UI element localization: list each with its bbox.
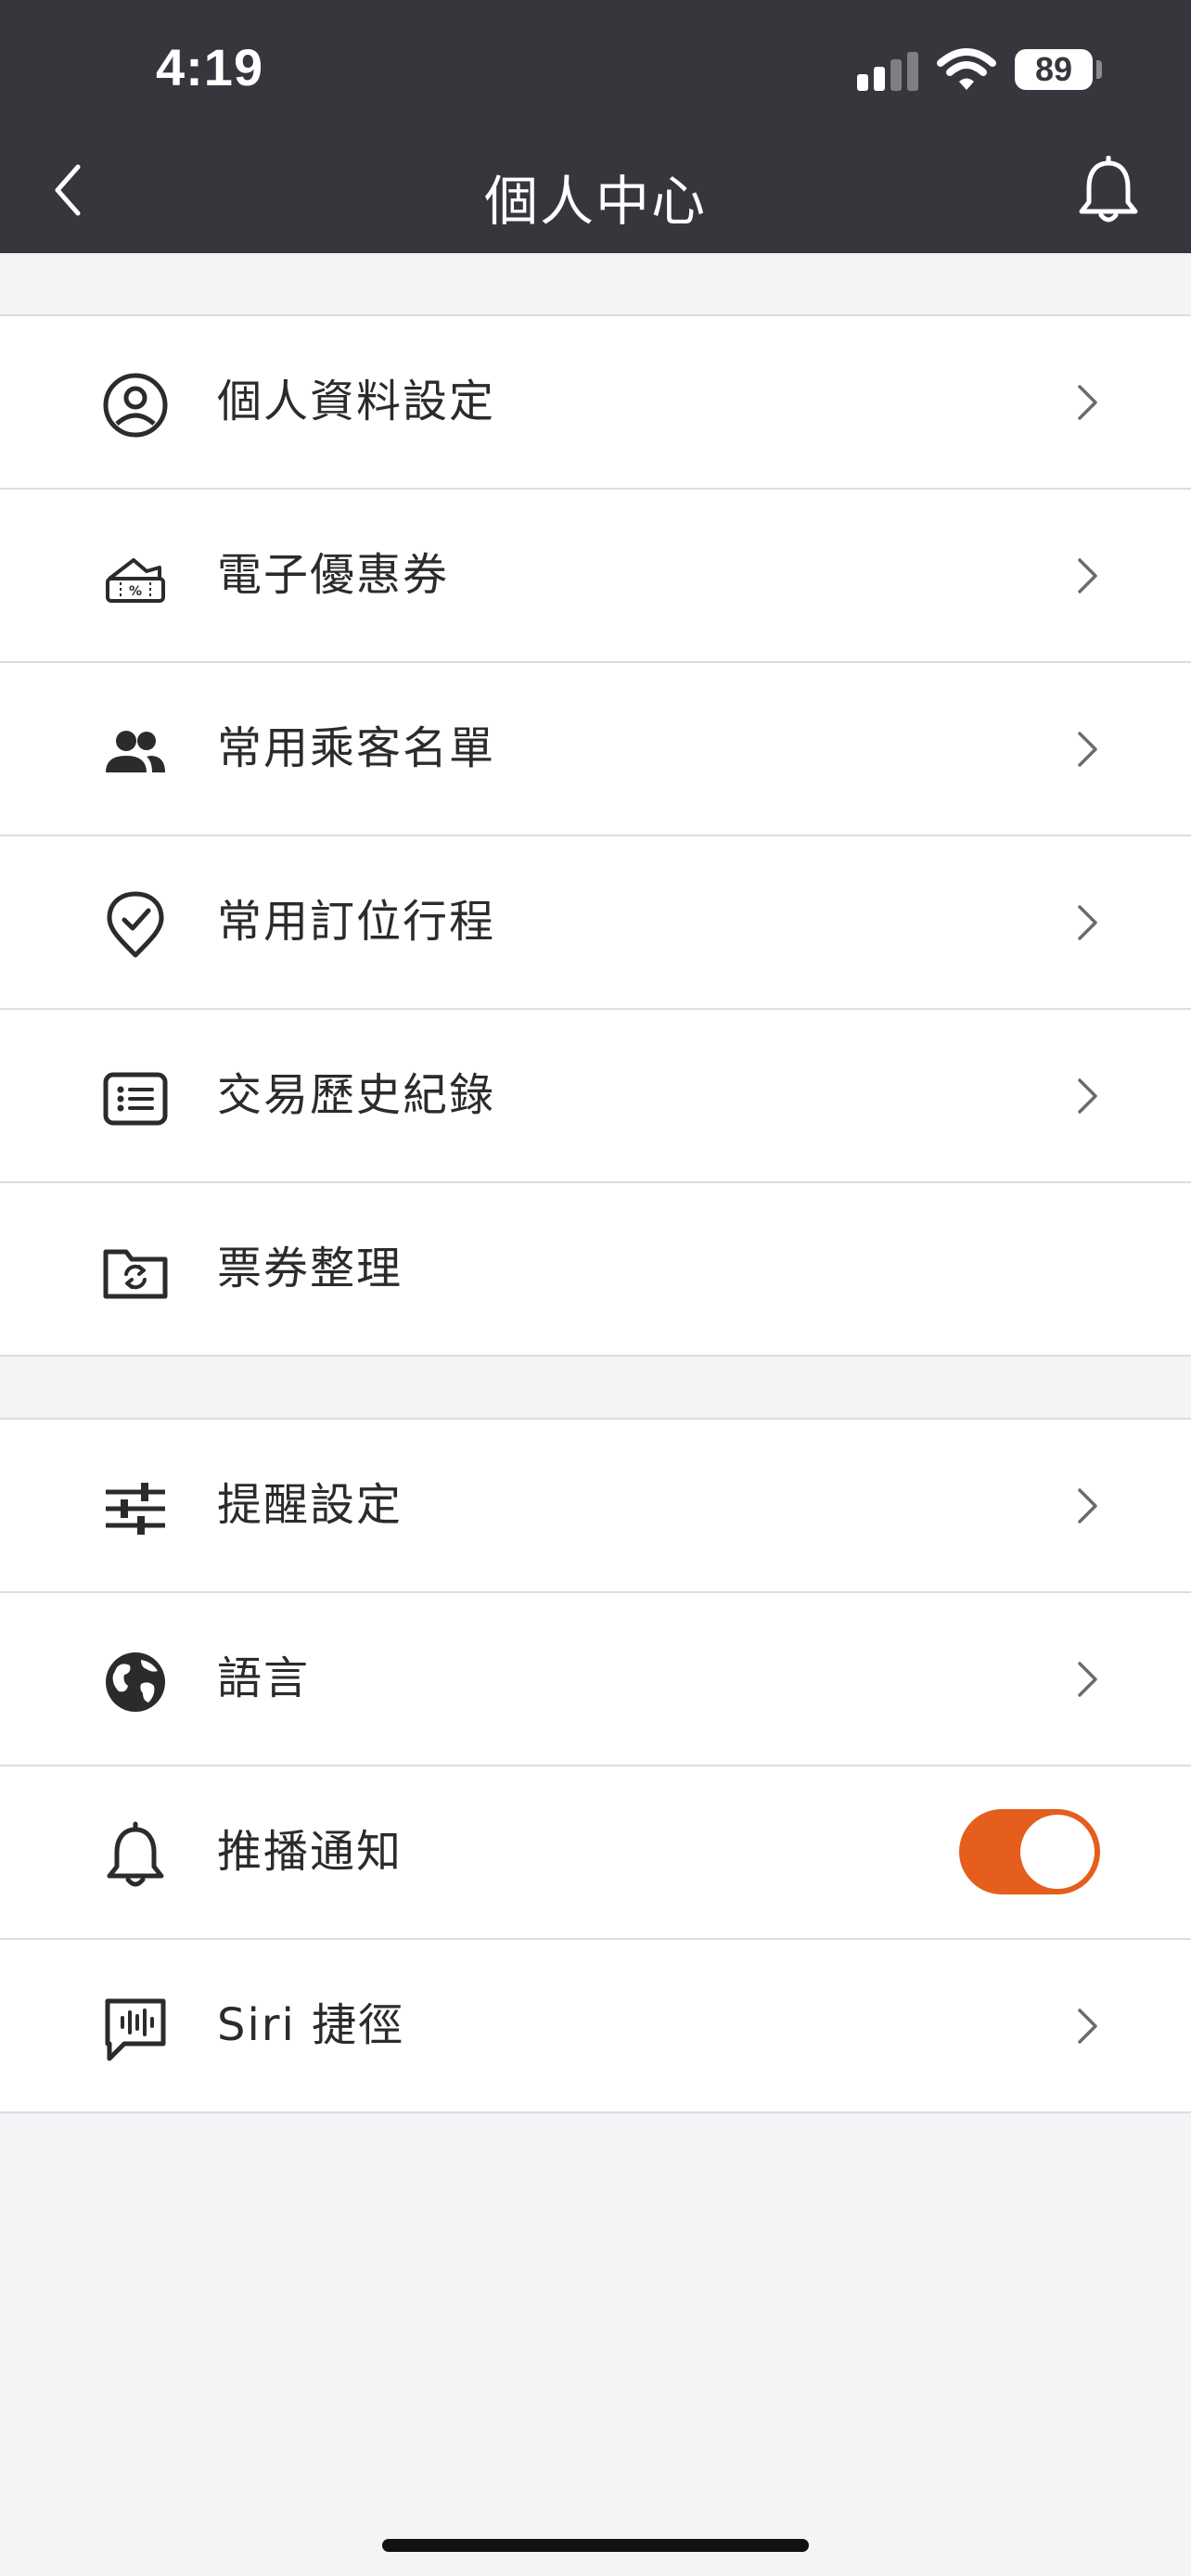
- settings-menu-section: 提醒設定 語言 推播通知 Siri 捷徑: [0, 1418, 1191, 2113]
- chevron-right-icon: [1078, 558, 1097, 593]
- menu-item-profile-settings[interactable]: 個人資料設定: [0, 316, 1191, 490]
- menu-item-label: 個人資料設定: [217, 376, 496, 427]
- menu-item-language[interactable]: 語言: [0, 1593, 1191, 1766]
- menu-item-label: 票券整理: [217, 1243, 403, 1294]
- menu-item-label: 提醒設定: [217, 1479, 403, 1531]
- chevron-right-icon: [1078, 1662, 1097, 1697]
- notification-bell-icon[interactable]: [1076, 156, 1141, 226]
- coupon-icon: %: [106, 558, 165, 603]
- battery-tip: [1096, 60, 1102, 79]
- menu-item-label: 語言: [217, 1652, 311, 1704]
- menu-item-label: 交易歷史紀錄: [217, 1069, 496, 1121]
- wifi-icon: [937, 48, 996, 90]
- users-icon: [106, 731, 165, 772]
- menu-item-reminder-settings[interactable]: 提醒設定: [0, 1420, 1191, 1593]
- chevron-right-icon: [1078, 1078, 1097, 1114]
- toggle-knob: [1020, 1815, 1095, 1889]
- status-time: 4:19: [156, 38, 264, 96]
- menu-item-siri-shortcuts[interactable]: Siri 捷徑: [0, 1940, 1191, 2113]
- menu-item-label: 常用乘客名單: [217, 722, 496, 774]
- cellular-signal-icon: [857, 52, 918, 91]
- chevron-right-icon: [1078, 1488, 1097, 1524]
- home-indicator[interactable]: [382, 2539, 809, 2552]
- menu-item-push-notifications: 推播通知: [0, 1766, 1191, 1940]
- battery-indicator: 89: [1015, 49, 1093, 90]
- app-header: 4:19 89 個人中心: [0, 0, 1191, 253]
- menu-item-label: Siri 捷徑: [217, 1999, 405, 2051]
- menu-item-label: 電子優惠券: [217, 549, 450, 601]
- bell-icon: [107, 1821, 164, 1887]
- folder-sync-icon: [103, 1249, 168, 1299]
- menu-item-frequent-bookings[interactable]: 常用訂位行程: [0, 836, 1191, 1010]
- svg-text:%: %: [129, 584, 142, 599]
- chevron-right-icon: [1078, 385, 1097, 420]
- chevron-right-icon: [1078, 732, 1097, 767]
- chevron-right-icon: [1078, 905, 1097, 940]
- menu-item-ticket-organize[interactable]: 票券整理: [0, 1183, 1191, 1357]
- voice-message-icon: [105, 1998, 166, 2061]
- location-check-icon: [107, 891, 164, 958]
- menu-item-e-coupons[interactable]: % 電子優惠券: [0, 490, 1191, 663]
- menu-item-frequent-passengers[interactable]: 常用乘客名單: [0, 663, 1191, 836]
- sliders-icon: [106, 1483, 165, 1535]
- menu-item-transaction-history[interactable]: 交易歷史紀錄: [0, 1010, 1191, 1183]
- push-notification-toggle[interactable]: [959, 1809, 1100, 1894]
- account-menu-section: 個人資料設定 % 電子優惠券 常用乘客名單 常用訂位行程 交易歷史紀錄 票券整理: [0, 314, 1191, 1357]
- list-icon: [103, 1072, 168, 1126]
- page-title: 個人中心: [483, 170, 707, 233]
- menu-item-label: 推播通知: [217, 1826, 403, 1878]
- user-circle-icon: [103, 373, 168, 438]
- globe-icon: [106, 1652, 165, 1712]
- menu-item-label: 常用訂位行程: [217, 896, 496, 948]
- chevron-right-icon: [1078, 2009, 1097, 2044]
